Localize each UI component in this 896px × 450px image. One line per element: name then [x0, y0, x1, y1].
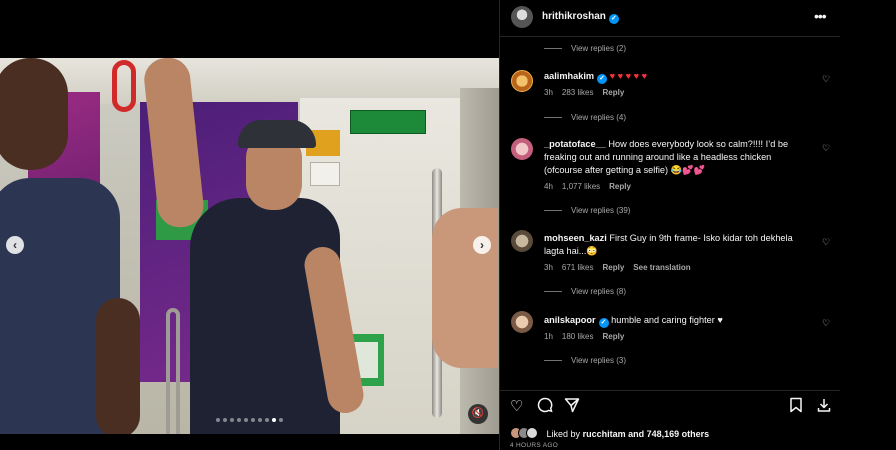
- post-media: SBI ‹ › 🔇: [0, 0, 499, 450]
- carousel-dot[interactable]: [279, 418, 283, 422]
- post-photo[interactable]: SBI: [0, 58, 499, 434]
- view-replies-button[interactable]: View replies (39): [544, 206, 630, 215]
- mute-button[interactable]: 🔇: [468, 404, 488, 424]
- comment-username[interactable]: aalimhakim: [544, 71, 594, 81]
- speaker-muted-icon: 🔇: [471, 408, 485, 419]
- carousel-dot[interactable]: [216, 418, 220, 422]
- carousel-dot[interactable]: [265, 418, 269, 422]
- reply-button[interactable]: Reply: [602, 332, 624, 341]
- reply-button[interactable]: Reply: [602, 263, 624, 272]
- comment-bubble-icon[interactable]: [537, 397, 553, 417]
- comment-likes-count[interactable]: 283 likes: [562, 88, 594, 97]
- likes-summary: Liked by rucchitam and 748,169 others: [510, 427, 709, 439]
- avatar[interactable]: [511, 230, 533, 252]
- comment-like-icon[interactable]: ♡: [822, 74, 830, 85]
- carousel-prev-button[interactable]: ‹: [6, 236, 24, 254]
- bookmark-icon[interactable]: [789, 397, 803, 417]
- post-actions: ♡ Liked by rucchitam and 748,169 others …: [500, 390, 841, 450]
- liked-by-user[interactable]: rucchitam: [583, 429, 626, 439]
- ellipsis-icon[interactable]: •••: [814, 8, 827, 24]
- comment-like-icon[interactable]: ♡: [822, 318, 830, 329]
- reply-button[interactable]: Reply: [602, 88, 624, 97]
- comment-username[interactable]: anilskapoor: [544, 315, 596, 325]
- comment-like-icon[interactable]: ♡: [822, 237, 830, 248]
- avatar[interactable]: [511, 311, 533, 333]
- see-translation-link[interactable]: See translation: [633, 263, 690, 272]
- post-header: hrithikroshan ✓ •••: [500, 0, 841, 37]
- view-replies-button[interactable]: View replies (3): [544, 356, 626, 365]
- view-replies-button[interactable]: View replies (8): [544, 287, 626, 296]
- comment-meta: 1h 180 likes Reply: [544, 332, 625, 341]
- likes-count[interactable]: and 748,169 others: [628, 429, 709, 439]
- comment-likes-count[interactable]: 1,077 likes: [562, 182, 600, 191]
- carousel-dot[interactable]: [244, 418, 248, 422]
- view-replies-button[interactable]: View replies (4): [544, 113, 626, 122]
- comment-body: ♥ ♥ ♥ ♥ ♥: [609, 71, 648, 81]
- verified-badge-icon: ✓: [608, 14, 619, 24]
- carousel-dot[interactable]: [223, 418, 227, 422]
- comment-likes-count[interactable]: 671 likes: [562, 263, 594, 272]
- heart-outline-icon[interactable]: ♡: [510, 397, 523, 415]
- carousel-dot[interactable]: [272, 418, 276, 422]
- avatar: [526, 427, 538, 439]
- comment-meta: 3h 283 likes Reply: [544, 88, 625, 97]
- carousel-next-button[interactable]: ›: [473, 236, 491, 254]
- comment-username[interactable]: mohseen_kazi: [544, 233, 607, 243]
- comment-username[interactable]: _potatoface__: [544, 139, 606, 149]
- carousel-dot[interactable]: [237, 418, 241, 422]
- comment-like-icon[interactable]: ♡: [822, 143, 830, 154]
- post-side-panel: hrithikroshan ✓ ••• View replies (2) aali…: [499, 0, 841, 450]
- comment-meta: 4h 1,077 likes Reply: [544, 182, 631, 191]
- carousel-dots: [0, 418, 499, 422]
- carousel-dot[interactable]: [251, 418, 255, 422]
- paper-plane-icon[interactable]: [564, 397, 580, 417]
- comment-text: _potatoface__ How does everybody look so…: [544, 138, 798, 177]
- comment-text: aalimhakim ✓ ♥ ♥ ♥ ♥ ♥: [544, 70, 798, 84]
- avatar[interactable]: [511, 138, 533, 160]
- carousel-dot[interactable]: [230, 418, 234, 422]
- post-timestamp: 4 HOURS AGO: [510, 442, 559, 449]
- avatar[interactable]: [511, 6, 533, 28]
- download-icon[interactable]: [816, 397, 832, 417]
- verified-badge-icon: ✓: [597, 74, 608, 84]
- comments-list: View replies (2) aalimhakim ✓ ♥ ♥ ♥ ♥ ♥ ♡…: [500, 38, 841, 390]
- view-replies-button[interactable]: View replies (2): [544, 44, 626, 53]
- carousel-dot[interactable]: [258, 418, 262, 422]
- verified-badge-icon: ✓: [598, 318, 609, 328]
- comment-likes-count[interactable]: 180 likes: [562, 332, 594, 341]
- reply-button[interactable]: Reply: [609, 182, 631, 191]
- comment-meta: 3h 671 likes Reply See translation: [544, 263, 691, 272]
- username[interactable]: hrithikroshan: [542, 11, 606, 22]
- comment-body: humble and caring fighter ♥: [611, 315, 723, 325]
- comment-text: mohseen_kazi First Guy in 9th frame- Isk…: [544, 232, 798, 258]
- comment-text: anilskapoor ✓ humble and caring fighter ♥: [544, 314, 798, 328]
- avatar[interactable]: [511, 70, 533, 92]
